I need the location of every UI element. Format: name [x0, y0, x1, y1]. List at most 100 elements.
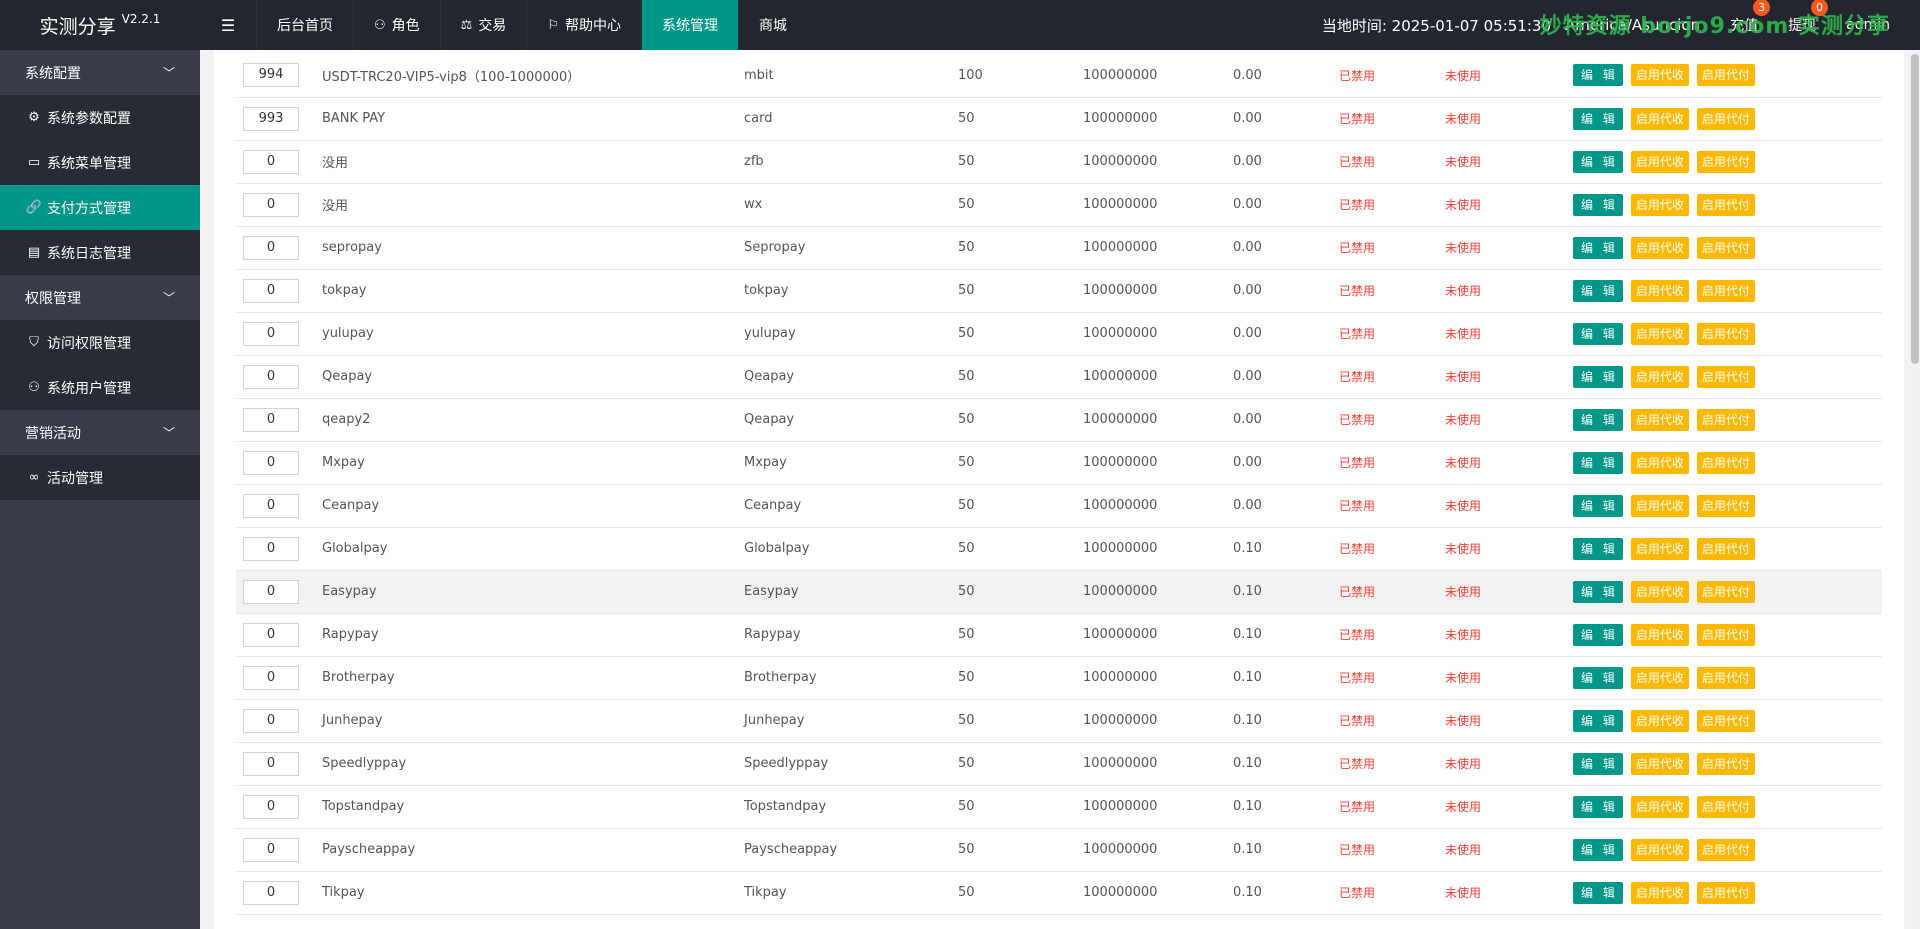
- sidebar-item-system-logs[interactable]: ▤ 系统日志管理: [0, 230, 200, 275]
- menu-toggle-button[interactable]: ☰: [200, 0, 256, 50]
- sort-input[interactable]: 0: [243, 149, 299, 174]
- enable-collect-button[interactable]: 启用代收: [1630, 279, 1689, 302]
- enable-collect-button[interactable]: 启用代收: [1630, 236, 1689, 259]
- enable-collect-button[interactable]: 启用代收: [1630, 795, 1689, 818]
- enable-pay-button[interactable]: 启用代付: [1696, 150, 1755, 173]
- enable-collect-button[interactable]: 启用代收: [1630, 193, 1689, 216]
- sidebar-group-system-config[interactable]: 系统配置 ﹀: [0, 50, 200, 95]
- edit-button[interactable]: 编 辑: [1573, 279, 1623, 302]
- app-logo[interactable]: 实测分享 V2.2.1: [0, 0, 200, 50]
- edit-button[interactable]: 编 辑: [1573, 795, 1623, 818]
- sort-input[interactable]: 0: [243, 493, 299, 518]
- enable-collect-button[interactable]: 启用代收: [1630, 322, 1689, 345]
- enable-collect-button[interactable]: 启用代收: [1630, 666, 1689, 689]
- enable-pay-button[interactable]: 启用代付: [1696, 236, 1755, 259]
- enable-pay-button[interactable]: 启用代付: [1696, 64, 1755, 87]
- enable-collect-button[interactable]: 启用代收: [1630, 150, 1689, 173]
- sort-input[interactable]: 0: [243, 751, 299, 776]
- enable-pay-button[interactable]: 启用代付: [1696, 107, 1755, 130]
- sort-input[interactable]: 0: [243, 665, 299, 690]
- edit-button[interactable]: 编 辑: [1573, 666, 1623, 689]
- nav-roles[interactable]: ⚇ 角色: [353, 0, 440, 50]
- edit-button[interactable]: 编 辑: [1573, 623, 1623, 646]
- sidebar-item-system-users[interactable]: ⚇ 系统用户管理: [0, 365, 200, 410]
- nav-system[interactable]: 系统管理: [640, 0, 738, 50]
- enable-pay-button[interactable]: 启用代付: [1696, 580, 1755, 603]
- enable-pay-button[interactable]: 启用代付: [1696, 537, 1755, 560]
- enable-pay-button[interactable]: 启用代付: [1696, 494, 1755, 517]
- enable-collect-button[interactable]: 启用代收: [1630, 881, 1689, 904]
- enable-collect-button[interactable]: 启用代收: [1630, 408, 1689, 431]
- edit-button[interactable]: 编 辑: [1573, 107, 1623, 130]
- sort-input[interactable]: 0: [243, 278, 299, 303]
- edit-button[interactable]: 编 辑: [1573, 709, 1623, 732]
- edit-button[interactable]: 编 辑: [1573, 752, 1623, 775]
- enable-collect-button[interactable]: 启用代收: [1630, 623, 1689, 646]
- enable-collect-button[interactable]: 启用代收: [1630, 580, 1689, 603]
- edit-button[interactable]: 编 辑: [1573, 451, 1623, 474]
- enable-pay-button[interactable]: 启用代付: [1696, 279, 1755, 302]
- enable-collect-button[interactable]: 启用代收: [1630, 838, 1689, 861]
- enable-collect-button[interactable]: 启用代收: [1630, 494, 1689, 517]
- enable-pay-button[interactable]: 启用代付: [1696, 666, 1755, 689]
- sidebar-group-permissions[interactable]: 权限管理 ﹀: [0, 275, 200, 320]
- vertical-scrollbar[interactable]: [1910, 50, 1920, 929]
- edit-button[interactable]: 编 辑: [1573, 408, 1623, 431]
- enable-collect-button[interactable]: 启用代收: [1630, 752, 1689, 775]
- enable-pay-button[interactable]: 启用代付: [1696, 795, 1755, 818]
- enable-pay-button[interactable]: 启用代付: [1696, 838, 1755, 861]
- edit-button[interactable]: 编 辑: [1573, 838, 1623, 861]
- sort-input[interactable]: 0: [243, 192, 299, 217]
- enable-pay-button[interactable]: 启用代付: [1696, 752, 1755, 775]
- sidebar-item-activities[interactable]: ∞ 活动管理: [0, 455, 200, 500]
- nav-help[interactable]: ⚐ 帮助中心: [526, 0, 641, 50]
- enable-collect-button[interactable]: 启用代收: [1630, 365, 1689, 388]
- sort-input[interactable]: 0: [243, 321, 299, 346]
- enable-pay-button[interactable]: 启用代付: [1696, 623, 1755, 646]
- enable-pay-button[interactable]: 启用代付: [1696, 193, 1755, 216]
- enable-pay-button[interactable]: 启用代付: [1696, 322, 1755, 345]
- sort-input[interactable]: 0: [243, 235, 299, 260]
- enable-pay-button[interactable]: 启用代付: [1696, 881, 1755, 904]
- sidebar-item-access-permissions[interactable]: ⛉ 访问权限管理: [0, 320, 200, 365]
- sidebar-item-payment-methods[interactable]: 🔗 支付方式管理: [0, 185, 200, 230]
- scrollbar-thumb[interactable]: [1911, 54, 1919, 364]
- sort-input[interactable]: 0: [243, 622, 299, 647]
- enable-collect-button[interactable]: 启用代收: [1630, 107, 1689, 130]
- sort-input[interactable]: 0: [243, 450, 299, 475]
- nav-shop[interactable]: 商城: [737, 0, 807, 50]
- enable-pay-button[interactable]: 启用代付: [1696, 709, 1755, 732]
- sort-input[interactable]: 0: [243, 579, 299, 604]
- edit-button[interactable]: 编 辑: [1573, 236, 1623, 259]
- sidebar-item-menu-management[interactable]: ▭ 系统菜单管理: [0, 140, 200, 185]
- edit-button[interactable]: 编 辑: [1573, 580, 1623, 603]
- sidebar-group-marketing[interactable]: 营销活动 ﹀: [0, 410, 200, 455]
- sort-input[interactable]: 0: [243, 407, 299, 432]
- edit-button[interactable]: 编 辑: [1573, 193, 1623, 216]
- edit-button[interactable]: 编 辑: [1573, 64, 1623, 87]
- nav-trade[interactable]: ⚖ 交易: [439, 0, 527, 50]
- edit-button[interactable]: 编 辑: [1573, 150, 1623, 173]
- sort-input[interactable]: 0: [243, 837, 299, 862]
- enable-pay-button[interactable]: 启用代付: [1696, 451, 1755, 474]
- edit-button[interactable]: 编 辑: [1573, 881, 1623, 904]
- edit-button[interactable]: 编 辑: [1573, 322, 1623, 345]
- sort-input[interactable]: 0: [243, 880, 299, 905]
- enable-collect-button[interactable]: 启用代收: [1630, 64, 1689, 87]
- nav-home[interactable]: 后台首页: [256, 0, 353, 50]
- sort-input[interactable]: 0: [243, 364, 299, 389]
- enable-collect-button[interactable]: 启用代收: [1630, 537, 1689, 560]
- sort-input[interactable]: 0: [243, 794, 299, 819]
- edit-button[interactable]: 编 辑: [1573, 365, 1623, 388]
- sort-input[interactable]: 0: [243, 536, 299, 561]
- enable-pay-button[interactable]: 启用代付: [1696, 365, 1755, 388]
- sort-input[interactable]: 993: [243, 106, 299, 131]
- sort-input[interactable]: 994: [243, 63, 299, 88]
- edit-button[interactable]: 编 辑: [1573, 494, 1623, 517]
- enable-collect-button[interactable]: 启用代收: [1630, 709, 1689, 732]
- edit-button[interactable]: 编 辑: [1573, 537, 1623, 560]
- enable-pay-button[interactable]: 启用代付: [1696, 408, 1755, 431]
- enable-collect-button[interactable]: 启用代收: [1630, 451, 1689, 474]
- sort-input[interactable]: 0: [243, 708, 299, 733]
- sidebar-item-system-params[interactable]: ⚙ 系统参数配置: [0, 95, 200, 140]
